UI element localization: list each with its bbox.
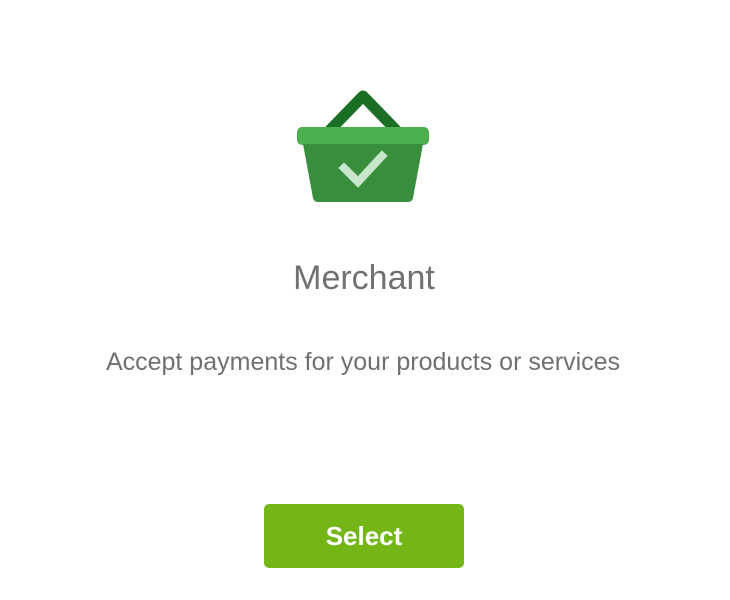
shopping-basket-check-icon: [296, 88, 430, 204]
merchant-card: Merchant Accept payments for your produc…: [0, 0, 730, 600]
select-button[interactable]: Select: [264, 504, 464, 568]
card-description: Accept payments for your products or ser…: [105, 348, 621, 376]
card-title: Merchant: [293, 259, 435, 297]
